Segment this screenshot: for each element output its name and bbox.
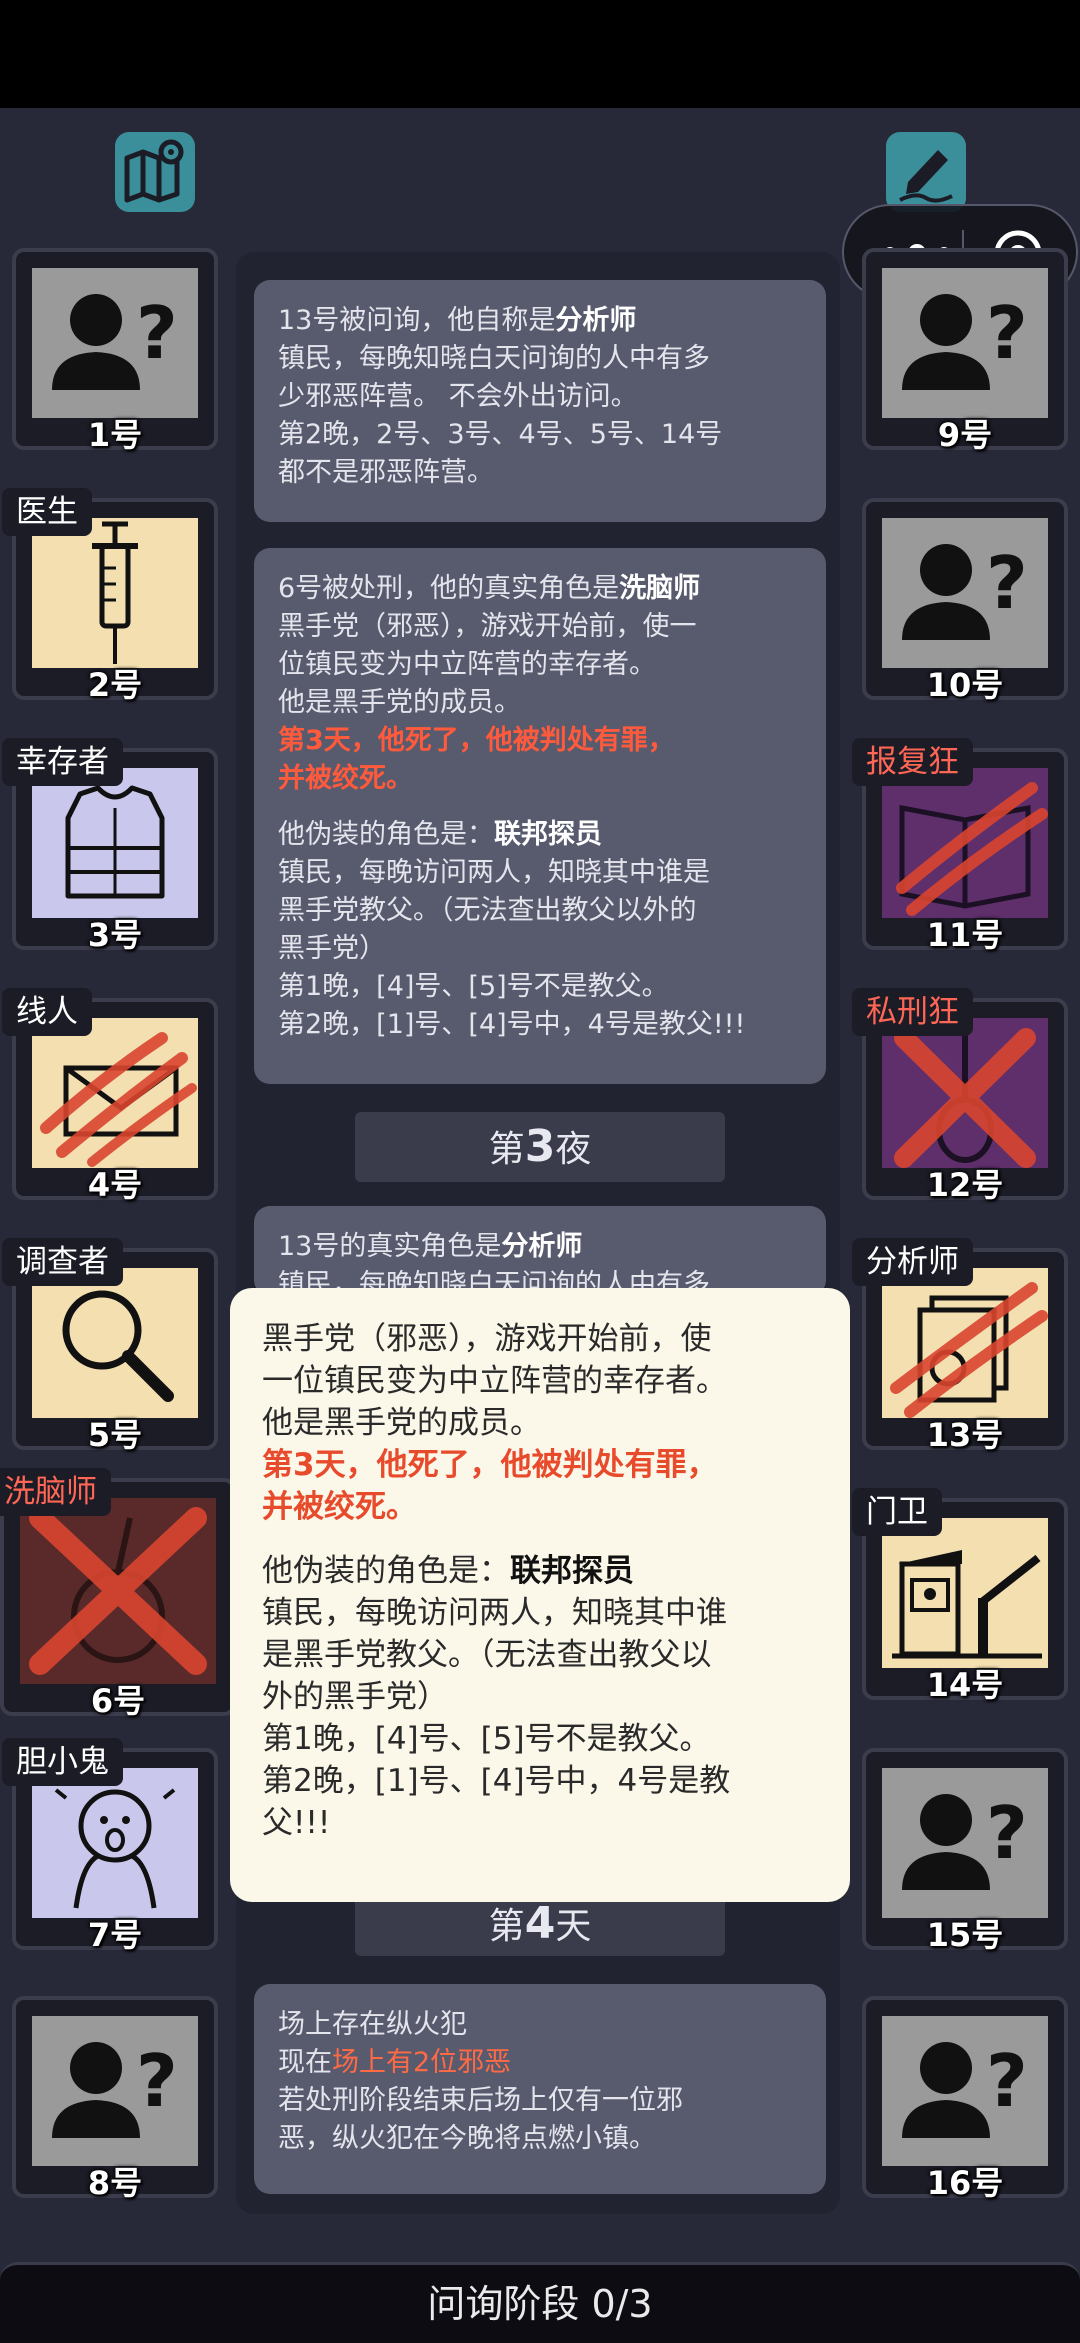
- pocket-watch-icon: [29, 1507, 207, 1675]
- unknown-player-icon: ?: [902, 291, 1028, 390]
- log-card-arsonist: 场上存在纵火犯 现在场上有2位邪恶 若处刑阶段结束后场上仅有一位邪 恶，纵火犯在…: [254, 1984, 826, 2194]
- role-tag: 分析师: [852, 1238, 973, 1286]
- magnifier-icon: [62, 1290, 174, 1402]
- unknown-player-icon: ?: [902, 1791, 1028, 1890]
- player-tile-8[interactable]: ? 8号: [12, 1996, 218, 2202]
- player-tile-13[interactable]: 分析师 13号: [852, 1238, 1068, 1454]
- role-tag: 洗脑师: [0, 1468, 111, 1516]
- envelope-icon: [40, 1032, 197, 1167]
- svg-text:?: ?: [986, 2039, 1028, 2123]
- player-tile-16[interactable]: ? 16号: [862, 1996, 1068, 2202]
- role-detail-popup[interactable]: 黑手党（邪恶），游戏开始前，使 一位镇民变为中立阵营的幸存者。 他是黑手党的成员…: [230, 1288, 850, 1902]
- player-tile-3[interactable]: 幸存者 3号: [2, 738, 218, 954]
- role-tag: 线人: [2, 988, 92, 1036]
- syringe-icon: [92, 521, 138, 664]
- map-icon: [124, 139, 184, 203]
- player-tile-4[interactable]: 线人 4号: [2, 988, 218, 1204]
- guard-booth-icon: [892, 1550, 1042, 1659]
- player-tile-15[interactable]: ? 15号: [862, 1748, 1068, 1954]
- player-tile-6[interactable]: 洗脑师 6号: [0, 1468, 236, 1720]
- svg-text:?: ?: [986, 291, 1028, 375]
- log-card-reveal: 13号的真实角色是分析师 镇民，每晚知晓白天问询的人中有多: [254, 1206, 826, 1296]
- player-tile-9[interactable]: ? 9号: [862, 248, 1068, 454]
- role-tag: 调查者: [2, 1238, 123, 1286]
- role-tag: 私刑狂: [852, 988, 973, 1036]
- role-tag: 门卫: [852, 1488, 942, 1536]
- vest-icon: [65, 785, 165, 899]
- map-button[interactable]: [115, 132, 195, 212]
- player-tile-12[interactable]: 私刑狂 12号: [852, 988, 1068, 1204]
- documents-icon: [890, 1282, 1048, 1418]
- svg-text:?: ?: [986, 1791, 1028, 1875]
- unknown-player-icon: ?: [902, 541, 1028, 640]
- scared-face-icon: [54, 1788, 176, 1909]
- phase-label: 问询阶段 0/3: [427, 2282, 653, 2326]
- status-bar: [0, 0, 1080, 108]
- player-tile-11[interactable]: 报复狂 11号: [852, 738, 1068, 954]
- phase-status-bar: 问询阶段 0/3: [0, 2262, 1080, 2343]
- svg-text:?: ?: [136, 291, 178, 375]
- svg-text:?: ?: [136, 2039, 178, 2123]
- role-tag: 报复狂: [852, 738, 973, 786]
- role-tag: 胆小鬼: [2, 1738, 123, 1786]
- svg-text:?: ?: [986, 541, 1028, 625]
- player-tile-5[interactable]: 调查者 5号: [2, 1238, 218, 1454]
- unknown-player-icon: ?: [52, 2039, 178, 2138]
- unknown-player-icon: ?: [52, 291, 178, 390]
- noose-icon: [894, 1024, 1036, 1168]
- book-icon: [896, 782, 1048, 916]
- pen-icon: [899, 150, 953, 203]
- unknown-player-icon: ?: [902, 2039, 1028, 2138]
- notes-button[interactable]: [886, 132, 966, 212]
- player-tile-14[interactable]: 门卫 14号: [852, 1488, 1068, 1704]
- player-tile-10[interactable]: ? 10号: [862, 498, 1068, 704]
- player-tile-2[interactable]: 医生 2号: [2, 488, 218, 704]
- log-card-interrogation: 13号被问询，他自称是分析师 镇民，每晚知晓白天问询的人中有多 少邪恶阵营。 不…: [254, 280, 826, 522]
- player-tile-1[interactable]: ? 1号: [12, 248, 218, 454]
- night-3-separator: 第3夜: [355, 1112, 725, 1182]
- role-tag: 幸存者: [2, 738, 123, 786]
- role-tag: 医生: [2, 488, 92, 536]
- player-tile-7[interactable]: 胆小鬼 7号: [2, 1738, 218, 1954]
- log-card-execution: 6号被处刑，他的真实角色是洗脑师 黑手党（邪恶），游戏开始前，使一 位镇民变为中…: [254, 548, 826, 1084]
